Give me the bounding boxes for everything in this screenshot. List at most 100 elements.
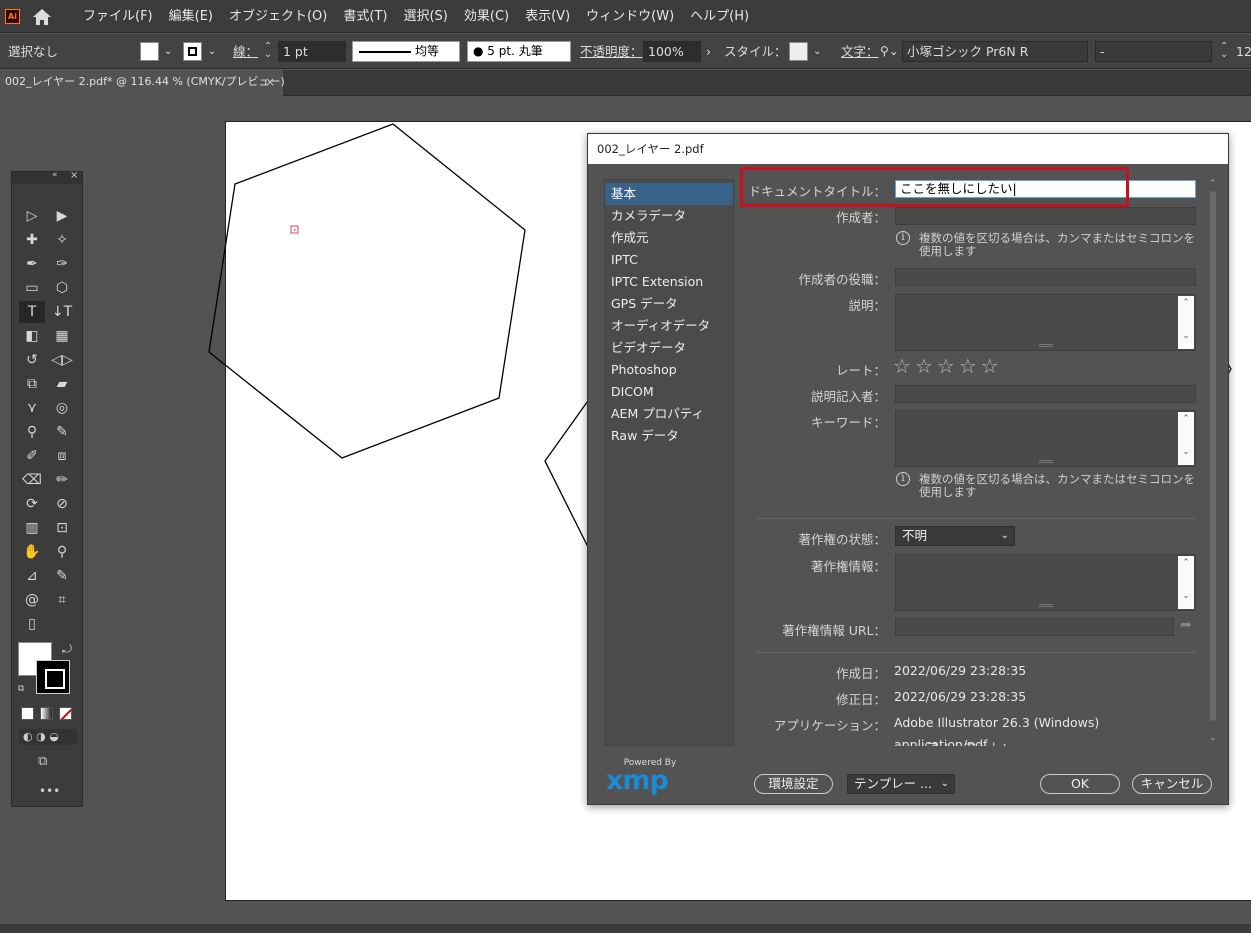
font-search-icon[interactable]: ⚲⌄ [880, 34, 899, 69]
category-photoshop[interactable]: Photoshop [605, 359, 733, 381]
blob-brush-tool-icon[interactable]: ✏ [49, 469, 75, 491]
category-audio-data[interactable]: オーディオデータ [605, 315, 733, 337]
crop-tool-icon[interactable]: ⌗ [49, 589, 75, 611]
chevron-down-icon[interactable]: ⌄ [813, 46, 821, 57]
swap-colors-icon[interactable]: ⤾ [62, 642, 72, 657]
mesh-tool-icon[interactable]: ▦ [49, 325, 75, 347]
menu-effect[interactable]: 効果(C) [456, 0, 517, 33]
font-family-dropdown[interactable]: 小塚ゴシック Pr6N R [902, 41, 1088, 62]
brush-dropdown[interactable]: ● 5 pt. 丸筆 [467, 41, 571, 62]
width-tool-icon[interactable]: ⋎ [19, 397, 45, 419]
resize-grip[interactable] [1039, 604, 1053, 607]
form-scrollbar[interactable]: ⌃ ⌄ [1207, 179, 1219, 747]
scroll-down-icon[interactable]: ⌄ [1209, 733, 1217, 743]
font-size-field[interactable]: 12 [1236, 34, 1251, 69]
desc-writer-input[interactable] [895, 385, 1196, 403]
star-icon[interactable]: ☆ [937, 356, 955, 376]
shape-builder-tool-icon[interactable]: ◎ [49, 397, 75, 419]
close-icon[interactable]: × [265, 70, 275, 94]
category-dicom[interactable]: DICOM [605, 381, 733, 403]
gradient-tool-icon[interactable]: ◧ [19, 325, 45, 347]
star-icon[interactable]: ☆ [981, 356, 999, 376]
eraser-tool-icon[interactable]: ⌫ [19, 469, 45, 491]
template-dropdown[interactable]: テンプレー ... ⌄ [847, 774, 955, 794]
ok-button[interactable]: OK [1040, 774, 1120, 794]
scroll-up-icon[interactable]: ⌃ [1209, 179, 1217, 189]
magic-wand-tool-icon[interactable]: ✧ [49, 229, 75, 251]
textarea-scrollbar[interactable]: ⌃ ⌄ [1178, 412, 1194, 465]
type-tool-icon[interactable]: T [19, 301, 45, 323]
spiral-tool-icon[interactable]: @ [19, 589, 45, 611]
menu-file[interactable]: ファイル(F) [75, 0, 161, 33]
blend-tool-icon[interactable]: ⧈ [49, 445, 75, 467]
knife-tool-icon[interactable]: ⊘ [49, 493, 75, 515]
selection-tool-icon[interactable]: ▷ [19, 205, 45, 227]
polygon-tool-icon[interactable]: ⬡ [49, 277, 75, 299]
stroke-weight-field[interactable]: 1 pt [278, 41, 346, 62]
copyright-url-input[interactable] [895, 618, 1174, 636]
stepper-icon[interactable]: ⌃ ⌄ [1220, 42, 1228, 60]
perspective-grid-tool-icon[interactable]: ⊿ [19, 565, 45, 587]
curvature-tool-icon[interactable]: ✑ [49, 253, 75, 275]
lasso-tool-icon[interactable]: ⟳ [19, 493, 45, 515]
collapse-icon[interactable]: « [52, 170, 58, 180]
open-url-arrow-icon[interactable]: ➦ [1180, 617, 1192, 633]
star-icon[interactable]: ☆ [915, 356, 933, 376]
stroke-swatch[interactable] [36, 660, 70, 694]
pencil-tool-icon[interactable]: ✎ [49, 565, 75, 587]
gradient-mode-icon[interactable] [40, 707, 53, 720]
shear-tool-icon[interactable]: ▰ [49, 373, 75, 395]
hand-tool-icon[interactable]: ✋ [19, 541, 45, 563]
paintbrush-tool-icon[interactable]: ✐ [19, 445, 45, 467]
menu-type[interactable]: 書式(T) [335, 0, 395, 33]
opacity-field[interactable]: 100% [643, 41, 701, 62]
keywords-textarea[interactable]: ⌃ ⌄ [895, 410, 1196, 467]
chevron-down-icon[interactable]: ⌄ [208, 46, 216, 57]
artboard-tool-icon[interactable]: ⊡ [49, 517, 75, 539]
graphic-style-swatch[interactable] [789, 42, 808, 61]
scale-tool-icon[interactable]: ⧉ [19, 373, 45, 395]
font-style-dropdown[interactable]: - [1095, 41, 1212, 62]
menu-help[interactable]: ヘルプ(H) [682, 0, 757, 33]
fill-color-swatch[interactable] [140, 42, 159, 61]
category-raw-data[interactable]: Raw データ [605, 425, 733, 447]
eyedropper-tool-icon[interactable]: ✎ [49, 421, 75, 443]
stroke-color-swatch[interactable] [183, 42, 202, 61]
more-tools-icon[interactable]: ••• [39, 784, 60, 798]
category-gps-data[interactable]: GPS データ [605, 293, 733, 315]
menu-object[interactable]: オブジェクト(O) [221, 0, 335, 33]
category-aem-properties[interactable]: AEM プロパティ [605, 403, 733, 425]
pen-tool-icon[interactable]: ✒ [19, 253, 45, 275]
screen-mode-icon[interactable]: ⧉ [38, 754, 47, 769]
cancel-button[interactable]: キャンセル [1132, 774, 1212, 794]
close-icon[interactable]: × [70, 170, 78, 181]
none-mode-icon[interactable] [59, 707, 72, 720]
star-icon[interactable]: ☆ [893, 356, 911, 376]
zoom-tool-icon[interactable]: ⚲ [49, 541, 75, 563]
category-origin[interactable]: 作成元 [605, 227, 733, 249]
textarea-scrollbar[interactable]: ⌃ ⌄ [1178, 296, 1194, 349]
drawing-modes[interactable]: ◐ ◑ ◒ [19, 729, 77, 745]
color-mode-icon[interactable] [21, 707, 34, 720]
category-camera-data[interactable]: カメラデータ [605, 205, 733, 227]
document-tab[interactable]: 002_レイヤー 2.pdf* @ 116.44 % (CMYK/プレビュー) … [0, 70, 285, 96]
group-selection-tool-icon[interactable]: ✚ [19, 229, 45, 251]
menu-select[interactable]: 選択(S) [395, 0, 455, 33]
direct-selection-tool-icon[interactable]: ▶ [49, 205, 75, 227]
menu-edit[interactable]: 編集(E) [161, 0, 221, 33]
author-input[interactable] [895, 207, 1196, 225]
category-video-data[interactable]: ビデオデータ [605, 337, 733, 359]
vertical-type-tool-icon[interactable]: ↓T [49, 301, 75, 323]
star-icon[interactable]: ☆ [959, 356, 977, 376]
stroke-label[interactable]: 線： [233, 34, 258, 69]
page-tool-icon[interactable]: ▯ [19, 613, 45, 635]
category-iptc-extension[interactable]: IPTC Extension [605, 271, 733, 293]
category-basic[interactable]: 基本 [605, 183, 733, 205]
chevron-right-icon[interactable]: › [706, 34, 711, 69]
graph-tool-icon[interactable]: ▥ [19, 517, 45, 539]
preferences-button[interactable]: 環境設定 [754, 774, 833, 794]
category-iptc[interactable]: IPTC [605, 249, 733, 271]
home-icon[interactable] [30, 6, 54, 28]
textarea-scrollbar[interactable]: ⌃ ⌄ [1178, 556, 1194, 609]
chevron-down-icon[interactable]: ⌄ [164, 46, 172, 57]
